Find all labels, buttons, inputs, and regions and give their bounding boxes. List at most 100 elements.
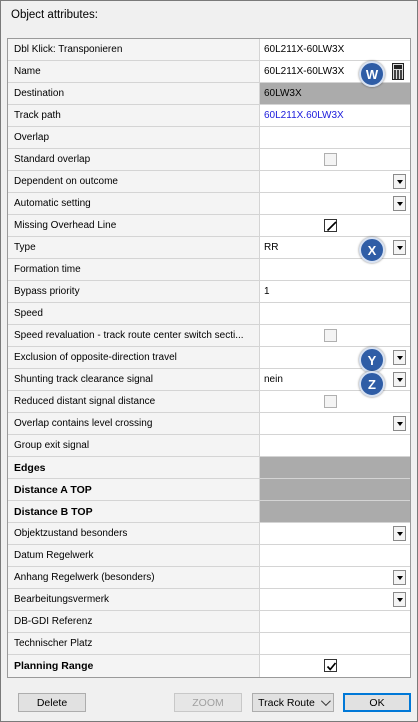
speed-field[interactable] xyxy=(260,303,410,324)
window-title: Object attributes: xyxy=(11,9,98,21)
row-exclusion-opposite-direction[interactable]: Exclusion of opposite-direction travel xyxy=(8,347,410,369)
anhang-regelwerk-select[interactable] xyxy=(260,567,410,588)
row-formation-time[interactable]: Formation time xyxy=(8,259,410,281)
row-label: Overlap contains level crossing xyxy=(8,413,260,434)
delete-button[interactable]: Delete xyxy=(18,693,86,712)
row-label: Distance B TOP xyxy=(8,501,260,522)
dropdown-arrow-icon[interactable] xyxy=(393,592,406,607)
dropdown-arrow-icon[interactable] xyxy=(393,174,406,189)
automatic-setting-select[interactable] xyxy=(260,193,410,214)
track-path-value: 60L211X.60LW3X xyxy=(260,105,410,126)
attributes-grid: Dbl Klick: Transponieren 60L211X-60LW3X … xyxy=(7,38,411,678)
row-label: Dependent on outcome xyxy=(8,171,260,192)
dropdown-arrow-icon[interactable] xyxy=(393,570,406,585)
bearbeitungsvermerk-select[interactable] xyxy=(260,589,410,610)
row-label: Group exit signal xyxy=(8,435,260,456)
row-label: Reduced distant signal distance xyxy=(8,391,260,412)
shunting-track-clearance-select[interactable]: nein xyxy=(260,369,410,390)
reduced-distant-signal-cell xyxy=(260,391,410,412)
row-distance-a-top: Distance A TOP xyxy=(8,479,410,501)
dependent-on-outcome-select[interactable] xyxy=(260,171,410,192)
edges-value xyxy=(260,457,410,478)
chevron-down-icon[interactable] xyxy=(320,696,331,707)
row-dbl-klick[interactable]: Dbl Klick: Transponieren 60L211X-60LW3X xyxy=(8,39,410,61)
name-value[interactable]: 60L211X-60LW3X xyxy=(264,66,344,77)
formation-time-field[interactable] xyxy=(260,259,410,280)
row-reduced-distant-signal: Reduced distant signal distance xyxy=(8,391,410,413)
bypass-priority-field[interactable]: 1 xyxy=(260,281,410,302)
objektzustand-select[interactable] xyxy=(260,523,410,544)
row-bearbeitungsvermerk[interactable]: Bearbeitungsvermerk xyxy=(8,589,410,611)
ok-button[interactable]: OK xyxy=(343,693,411,712)
dbl-klick-value[interactable]: 60L211X-60LW3X xyxy=(260,39,410,60)
row-label: Exclusion of opposite-direction travel xyxy=(8,347,260,368)
row-technischer-platz[interactable]: Technischer Platz xyxy=(8,633,410,655)
row-planning-range[interactable]: Planning Range xyxy=(8,655,410,677)
zoom-button[interactable]: ZOOM xyxy=(174,693,242,712)
distance-a-top-value xyxy=(260,479,410,500)
row-group-exit-signal[interactable]: Group exit signal xyxy=(8,435,410,457)
planning-range-checkbox[interactable] xyxy=(324,659,337,672)
row-label: Speed revaluation - track route center s… xyxy=(8,325,260,346)
dropdown-arrow-icon[interactable] xyxy=(393,350,406,365)
track-route-label[interactable]: Track Route xyxy=(258,697,315,709)
row-label: Type xyxy=(8,237,260,258)
row-label: Anhang Regelwerk (besonders) xyxy=(8,567,260,588)
distance-b-top-value xyxy=(260,501,410,522)
row-label: Formation time xyxy=(8,259,260,280)
marker-z-badge: Z xyxy=(359,371,385,397)
planning-range-cell[interactable] xyxy=(260,655,410,677)
dropdown-arrow-icon[interactable] xyxy=(393,372,406,387)
row-datum-regelwerk[interactable]: Datum Regelwerk xyxy=(8,545,410,567)
overlap-level-crossing-select[interactable] xyxy=(260,413,410,434)
shunting-track-clearance-value[interactable]: nein xyxy=(264,374,283,385)
row-dependent-on-outcome[interactable]: Dependent on outcome xyxy=(8,171,410,193)
dropdown-arrow-icon[interactable] xyxy=(393,416,406,431)
technischer-platz-field[interactable] xyxy=(260,633,410,654)
dropdown-arrow-icon[interactable] xyxy=(393,240,406,255)
datum-regelwerk-field[interactable] xyxy=(260,545,410,566)
speed-revaluation-checkbox xyxy=(324,329,337,342)
row-label: Name xyxy=(8,61,260,82)
row-label: Overlap xyxy=(8,127,260,148)
missing-overhead-line-cell[interactable] xyxy=(260,215,410,236)
type-value[interactable]: RR xyxy=(264,242,278,253)
row-missing-overhead-line[interactable]: Missing Overhead Line xyxy=(8,215,410,237)
track-route-select[interactable]: Track Route xyxy=(252,693,334,712)
db-gdi-referenz-field[interactable] xyxy=(260,611,410,632)
row-label: Destination xyxy=(8,83,260,104)
group-exit-signal-field[interactable] xyxy=(260,435,410,456)
row-speed[interactable]: Speed xyxy=(8,303,410,325)
overlap-field[interactable] xyxy=(260,127,410,148)
row-automatic-setting[interactable]: Automatic setting xyxy=(8,193,410,215)
missing-overhead-line-checkbox[interactable] xyxy=(324,219,337,232)
row-label: Technischer Platz xyxy=(8,633,260,654)
row-label: Automatic setting xyxy=(8,193,260,214)
row-label: Standard overlap xyxy=(8,149,260,170)
row-label: Shunting track clearance signal xyxy=(8,369,260,390)
row-bypass-priority[interactable]: Bypass priority 1 xyxy=(8,281,410,303)
row-name[interactable]: Name 60L211X-60LW3X xyxy=(8,61,410,83)
type-select[interactable]: RR xyxy=(260,237,410,258)
row-shunting-track-clearance-signal[interactable]: Shunting track clearance signal nein xyxy=(8,369,410,391)
row-label: Bearbeitungsvermerk xyxy=(8,589,260,610)
row-type[interactable]: Type RR xyxy=(8,237,410,259)
row-label: Datum Regelwerk xyxy=(8,545,260,566)
standard-overlap-cell xyxy=(260,149,410,170)
object-attributes-window: Object attributes: Dbl Klick: Transponie… xyxy=(0,0,418,722)
row-standard-overlap: Standard overlap xyxy=(8,149,410,171)
dropdown-arrow-icon[interactable] xyxy=(393,196,406,211)
exclusion-opposite-direction-select[interactable] xyxy=(260,347,410,368)
row-distance-b-top: Distance B TOP xyxy=(8,501,410,523)
row-objektzustand-besonders[interactable]: Objektzustand besonders xyxy=(8,523,410,545)
row-label: Speed xyxy=(8,303,260,324)
row-label: Distance A TOP xyxy=(8,479,260,500)
row-db-gdi-referenz[interactable]: DB-GDI Referenz xyxy=(8,611,410,633)
name-field[interactable]: 60L211X-60LW3X xyxy=(260,61,410,82)
calculator-icon[interactable] xyxy=(392,63,404,80)
row-label: Edges xyxy=(8,457,260,478)
row-overlap-level-crossing[interactable]: Overlap contains level crossing xyxy=(8,413,410,435)
dropdown-arrow-icon[interactable] xyxy=(393,526,406,541)
row-overlap[interactable]: Overlap xyxy=(8,127,410,149)
row-anhang-regelwerk[interactable]: Anhang Regelwerk (besonders) xyxy=(8,567,410,589)
